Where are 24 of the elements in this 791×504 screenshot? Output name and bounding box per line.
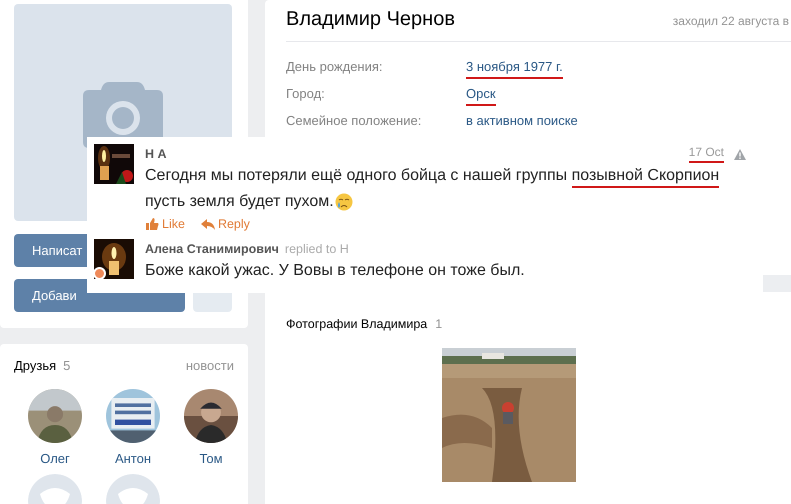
reply-arrow-icon (200, 218, 215, 230)
friends-title[interactable]: Друзья (14, 358, 56, 373)
friend-name[interactable]: Антон (114, 451, 152, 466)
comment-author[interactable]: Н А (145, 147, 167, 161)
profile-name: Владимир Чернов (286, 8, 455, 31)
info-label: Семейное положение: (286, 112, 422, 130)
warning-icon (734, 148, 746, 160)
info-value[interactable]: 3 ноября 1977 г. (466, 58, 563, 79)
friends-count: 5 (63, 358, 70, 373)
reply-to: replied to Н (284, 242, 349, 256)
thumbs-up-icon (145, 217, 159, 231)
photos-title[interactable]: Фотографии Владимира (286, 317, 428, 331)
comment-text: пусть земля будет пухом. (145, 192, 334, 212)
comment-author[interactable]: Алена Станимирович (145, 242, 279, 256)
info-value[interactable]: Орск (466, 85, 496, 106)
friend-name[interactable]: Олег (40, 451, 70, 466)
last-seen: заходил 22 августа в (672, 14, 789, 28)
photos-count: 1 (435, 317, 442, 331)
comment-text: Боже какой ужас. У Вовы в телефоне он тоже был. (145, 261, 525, 281)
info-label: День рождения: (286, 58, 384, 76)
comment-text: Сегодня мы потеряли ещё одного бойца с нашей группы позывной Скорпион (145, 163, 720, 189)
info-value[interactable]: в активном поиске (466, 112, 578, 133)
info-label: Город: (286, 85, 326, 103)
friend-name[interactable]: Том (199, 451, 223, 466)
